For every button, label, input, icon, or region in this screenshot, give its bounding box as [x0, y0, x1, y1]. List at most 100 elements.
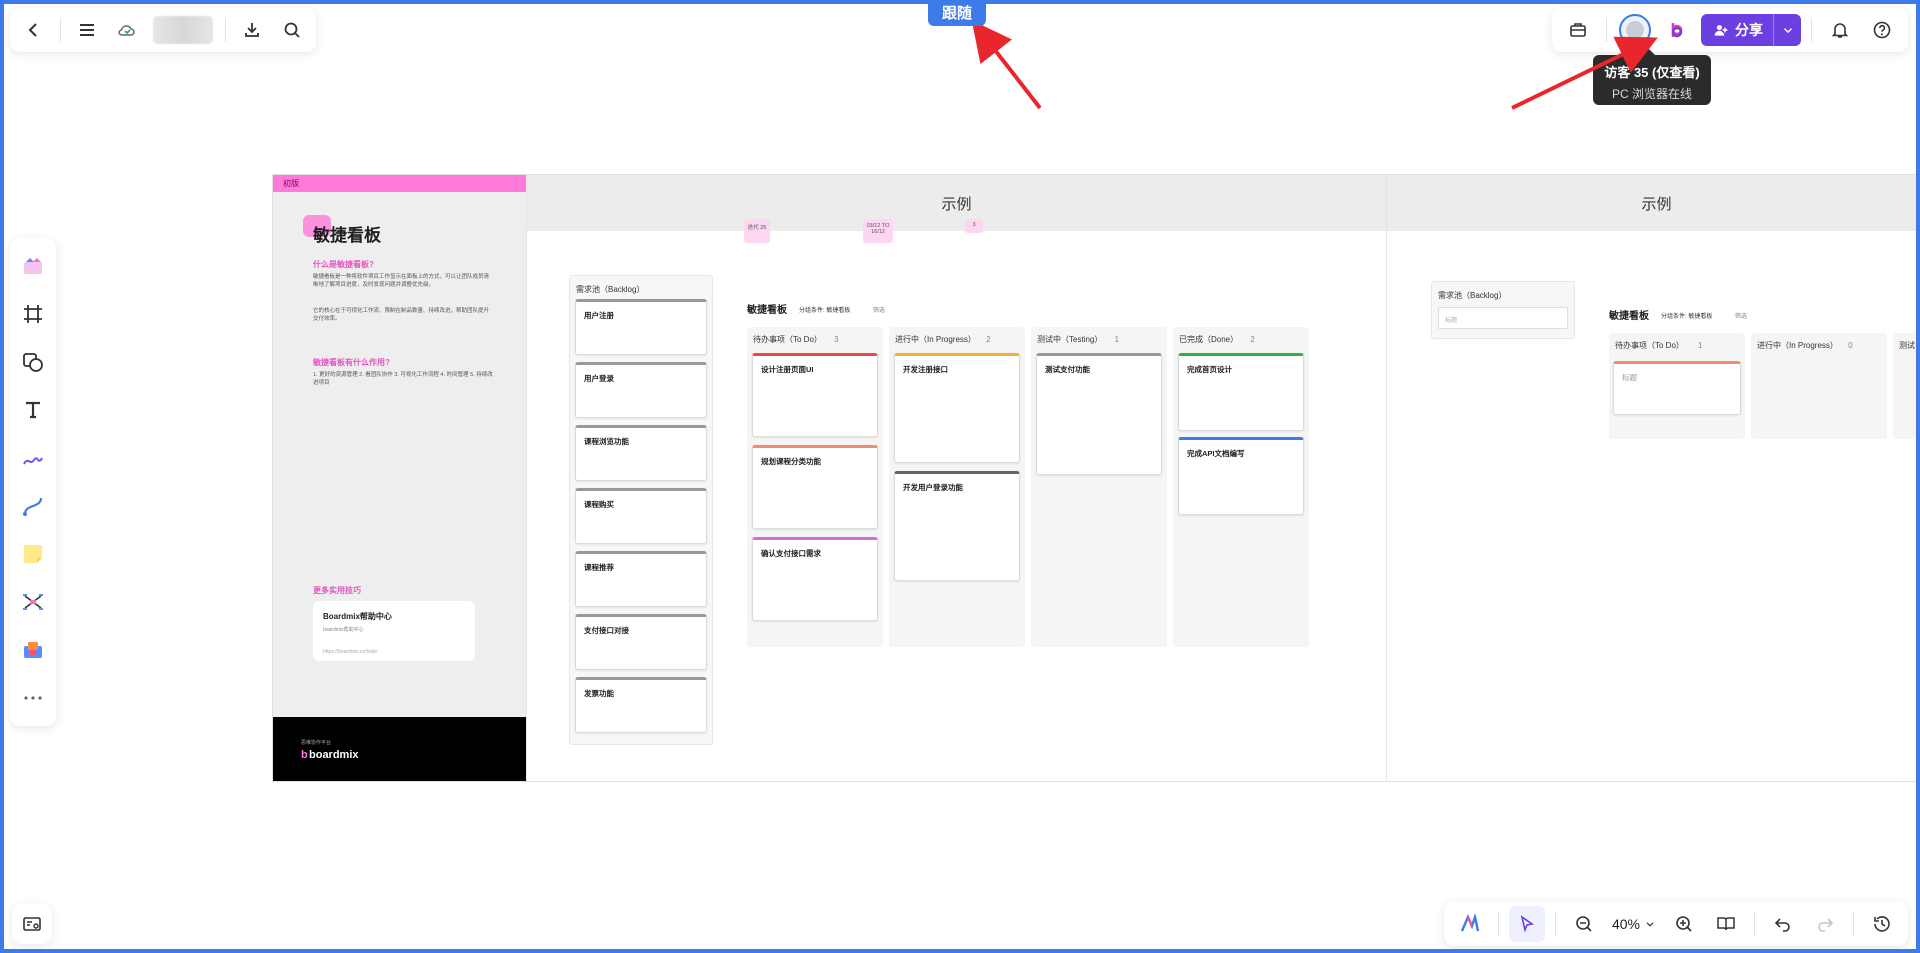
done-card[interactable]: 完成API文档编写: [1178, 437, 1304, 515]
filter2-label[interactable]: 筛选: [1735, 311, 1747, 320]
todo-card[interactable]: 规划课程分类功能: [752, 445, 878, 529]
share-dropdown[interactable]: [1773, 14, 1801, 46]
zoom-out-button[interactable]: [1566, 906, 1602, 942]
lane2-in-progress: 进行中（In Progress） 0: [1751, 333, 1887, 439]
intro-header-tag: 初版: [273, 175, 526, 192]
divider: [225, 18, 226, 42]
component-tool[interactable]: [15, 630, 51, 670]
lane2-in-progress-title: 进行中（In Progress）: [1757, 341, 1838, 350]
lane-done-title: 已完成（Done）: [1179, 335, 1239, 344]
divider: [1554, 912, 1556, 936]
todo2-card[interactable]: 标题: [1613, 361, 1741, 415]
history-button[interactable]: [1864, 906, 1900, 942]
mindmap-tool[interactable]: [15, 582, 51, 622]
backlog-card[interactable]: 用户登录: [575, 362, 707, 418]
backlog-card[interactable]: 课程浏览功能: [575, 425, 707, 481]
divider: [60, 18, 61, 42]
connector-tool[interactable]: [15, 486, 51, 526]
todo-card[interactable]: 确认支付接口需求: [752, 537, 878, 621]
group-by-label[interactable]: 分组条件: 敏捷看板: [799, 305, 850, 314]
in-progress-card[interactable]: 开发用户登录功能: [894, 471, 1020, 581]
text-icon: [26, 401, 40, 419]
done-card-title: 完成API文档编写: [1187, 449, 1245, 458]
reading-mode-button[interactable]: [1708, 906, 1744, 942]
lane-in-progress-title: 进行中（In Progress）: [895, 335, 976, 344]
frame-tool[interactable]: [15, 294, 51, 334]
brand-button[interactable]: [1659, 12, 1695, 48]
cloud-check-icon: [118, 25, 135, 36]
todo-card-title: 设计注册页面UI: [761, 365, 814, 374]
zoom-level: 40%: [1611, 916, 1640, 932]
backlog-card[interactable]: 用户注册: [575, 299, 707, 355]
back-button[interactable]: [16, 12, 52, 48]
select-tool-button[interactable]: [1508, 906, 1545, 942]
backlog-card[interactable]: 支付接口对接: [575, 614, 707, 670]
share-main[interactable]: 分享: [1701, 14, 1773, 46]
zoom-in-button[interactable]: [1666, 906, 1702, 942]
export-button[interactable]: [234, 12, 270, 48]
backlog-card[interactable]: 课程推荐: [575, 551, 707, 607]
backlog-card[interactable]: 课程购买: [575, 488, 707, 544]
history-icon: [1874, 916, 1890, 932]
testing-card[interactable]: 测试支付功能: [1036, 353, 1162, 475]
sticky-note-tool[interactable]: [15, 534, 51, 574]
todo-card[interactable]: 设计注册页面UI: [752, 353, 878, 437]
filter-label[interactable]: 筛选: [873, 305, 885, 314]
cloud-status-button[interactable]: [109, 12, 145, 48]
todo2-card-title: 标题: [1622, 373, 1637, 382]
backlog2-title: 需求池（Backlog）: [1438, 291, 1507, 300]
lane2-in-progress-count: 0: [1848, 341, 1853, 350]
date-range-tag: 03/12 TO 16/12: [863, 219, 893, 243]
more-icon: [24, 696, 42, 700]
follow-tag[interactable]: 跟随: [928, 2, 987, 26]
text-tool[interactable]: [15, 390, 51, 430]
more-tools-button[interactable]: [15, 678, 51, 718]
lane2-testing-title: 测试: [1899, 341, 1915, 350]
minimap-button[interactable]: [12, 904, 52, 944]
in-progress-card-title: 开发用户登录功能: [903, 483, 963, 492]
chevron-down-icon: [1783, 28, 1792, 34]
kanban2-title: 敏捷看板: [1609, 311, 1649, 322]
shape-tool[interactable]: [15, 342, 51, 382]
group2-label[interactable]: 分组条件: 敏捷看板: [1661, 311, 1712, 320]
notification-button[interactable]: [1822, 12, 1858, 48]
help-center-card[interactable]: Boardmix帮助中心 boardmix帮助中心 https://boardm…: [313, 601, 475, 661]
backlog-card[interactable]: 发票功能: [575, 677, 707, 733]
document-title[interactable]: [153, 16, 213, 44]
connector-icon: [23, 497, 43, 516]
template-tool[interactable]: [15, 246, 51, 286]
visitor-avatar-button[interactable]: [1617, 12, 1653, 48]
in-progress-card[interactable]: 开发注册接口: [894, 353, 1020, 463]
help-button[interactable]: [1864, 12, 1900, 48]
cursor-icon: [1520, 915, 1534, 933]
todo-card-title: 规划课程分类功能: [761, 457, 821, 466]
avatar-placeholder: [1626, 21, 1644, 39]
top-left-toolbar: [10, 8, 316, 52]
backlog-card-title: 课程推荐: [584, 563, 614, 572]
undo-button[interactable]: [1765, 906, 1801, 942]
pen-tool[interactable]: [15, 438, 51, 478]
toolbox-button[interactable]: [1560, 12, 1596, 48]
done-card[interactable]: 完成首页设计: [1178, 353, 1304, 431]
sticky-note-icon: [24, 545, 42, 563]
zoom-level-select[interactable]: 40%: [1608, 916, 1660, 932]
divider: [1497, 912, 1499, 936]
search-button[interactable]: [274, 12, 310, 48]
canvas-board[interactable]: 初版 敏捷看板 什么是敏捷看板? 敏捷看板是一种将软件项目工作显示在面板上的方式…: [272, 174, 1920, 782]
menu-button[interactable]: [69, 12, 105, 48]
intro-paragraph-2: 它的核心在于可视化工作流、限制在制品数量、持续改进，帮助团队提升交付效率。: [313, 308, 490, 322]
backlog2-card[interactable]: 标题: [1438, 307, 1568, 329]
tooltip-subtitle: PC 浏览器在线: [1611, 87, 1692, 101]
intro-paragraph-1: 敏捷看板是一种将软件项目工作显示在面板上的方式，可以让团队成员清晰地了解项目进度…: [313, 274, 490, 288]
count-tag: 3: [965, 219, 983, 233]
lane-testing-title: 测试中（Testing）: [1037, 335, 1103, 344]
share-button[interactable]: 分享: [1701, 14, 1801, 46]
section-title: 示例: [1387, 175, 1919, 231]
redo-button[interactable]: [1807, 906, 1843, 942]
ai-button[interactable]: [1452, 906, 1488, 942]
backlog-card-title: 发票功能: [584, 689, 614, 698]
help-link[interactable]: https://boardmix.cn/help/: [323, 649, 465, 655]
bell-icon: [1831, 23, 1849, 38]
top-right-toolbar: 分享: [1552, 8, 1908, 52]
frame-icon: [24, 305, 42, 323]
